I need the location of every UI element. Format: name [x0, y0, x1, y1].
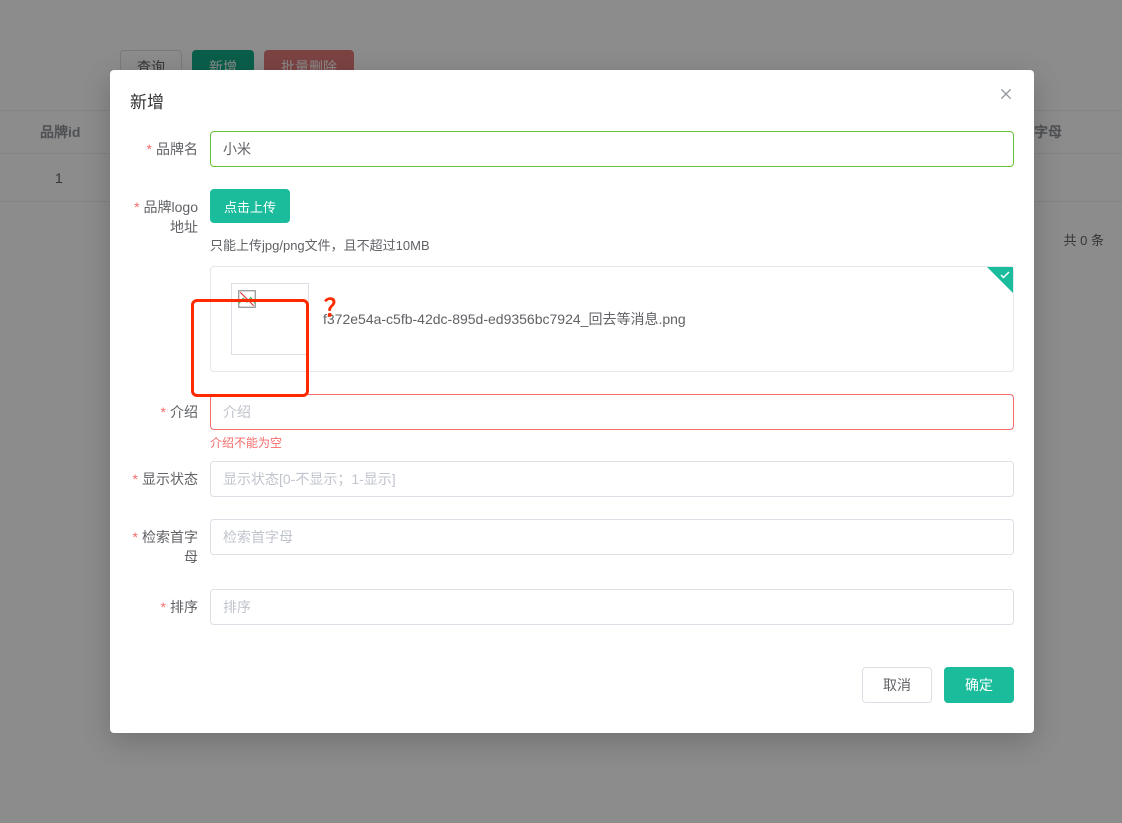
- label-sort: 排序: [170, 599, 198, 615]
- confirm-button[interactable]: 确定: [944, 667, 1014, 703]
- close-icon[interactable]: [998, 86, 1016, 104]
- upload-thumbnail: [231, 283, 309, 355]
- intro-error: 介绍不能为空: [210, 434, 1014, 451]
- label-brand-logo: 品牌logo地址: [144, 199, 198, 235]
- add-dialog: 新增 *品牌名 *品牌logo地址 点击上传 只能上传jpg/png文件，且不超…: [110, 70, 1034, 733]
- label-first-letter: 检索首字母: [142, 529, 198, 565]
- label-intro: 介绍: [170, 404, 198, 420]
- upload-success-badge: [987, 267, 1013, 293]
- upload-tip: 只能上传jpg/png文件，且不超过10MB: [210, 235, 1014, 254]
- broken-image-icon: [238, 290, 256, 308]
- intro-input[interactable]: [210, 394, 1014, 430]
- label-show-status: 显示状态: [142, 471, 198, 487]
- sort-input[interactable]: [210, 589, 1014, 625]
- label-brand-name: 品牌名: [156, 141, 198, 157]
- upload-button[interactable]: 点击上传: [210, 189, 290, 223]
- show-status-input[interactable]: [210, 461, 1014, 497]
- upload-file-name: f372e54a-c5fb-42dc-895d-ed9356bc7924_回去等…: [323, 309, 686, 329]
- cancel-button[interactable]: 取消: [862, 667, 932, 703]
- brand-name-input[interactable]: [210, 131, 1014, 167]
- first-letter-input[interactable]: [210, 519, 1014, 555]
- upload-file-card[interactable]: f372e54a-c5fb-42dc-895d-ed9356bc7924_回去等…: [210, 266, 1014, 372]
- dialog-title: 新增: [130, 93, 164, 112]
